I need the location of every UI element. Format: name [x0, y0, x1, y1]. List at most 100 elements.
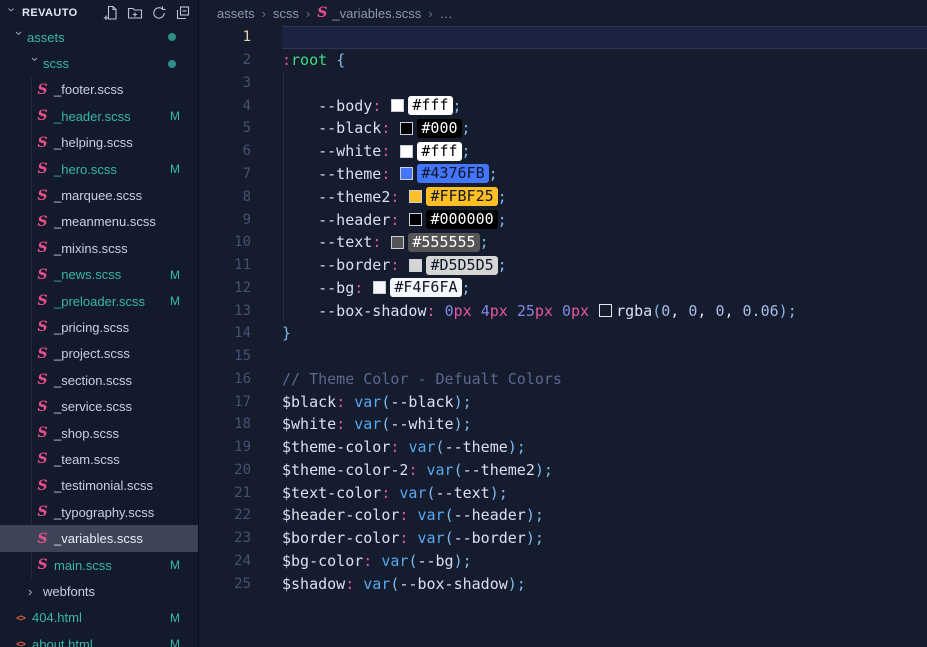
tree-file-_preloader.scss[interactable]: S_preloader.scssM — [0, 288, 198, 314]
color-swatch-icon[interactable] — [373, 281, 386, 294]
tree-file-_header.scss[interactable]: S_header.scssM — [0, 103, 198, 129]
color-swatch-icon[interactable] — [391, 99, 404, 112]
tree-file-_team.scss[interactable]: S_team.scss — [0, 446, 198, 472]
tree-file-_typography.scss[interactable]: S_typography.scss — [0, 499, 198, 525]
file-name: _section.scss — [54, 373, 132, 388]
new-folder-button[interactable] — [126, 4, 144, 22]
line-number[interactable]: 25 — [199, 576, 251, 592]
code-line-8[interactable]: 8 --theme2: #FFBF25; — [199, 185, 927, 208]
code-line-7[interactable]: 7 --theme: #4376FB; — [199, 163, 927, 186]
code-line-19[interactable]: 19$theme-color: var(--theme); — [199, 436, 927, 459]
line-number[interactable]: 18 — [199, 416, 251, 432]
code-line-13[interactable]: 13 --box-shadow: 0px 4px 25px 0px rgba(0… — [199, 299, 927, 322]
color-swatch-icon[interactable] — [409, 190, 422, 203]
code-area[interactable]: 1 2:root { 3 4 --body: #fff;5 --black: #000… — [199, 26, 927, 647]
code-line-24[interactable]: 24$bg-color: var(--bg); — [199, 550, 927, 573]
line-number[interactable]: 13 — [199, 303, 251, 319]
color-swatch-icon[interactable] — [391, 236, 404, 249]
tree-file-main.scss[interactable]: Smain.scssM — [0, 552, 198, 578]
tree-file-_variables.scss[interactable]: S_variables.scss — [0, 525, 198, 551]
code-line-15[interactable]: 15 — [199, 345, 927, 368]
tree-file-_meanmenu.scss[interactable]: S_meanmenu.scss — [0, 209, 198, 235]
code-line-22[interactable]: 22$header-color: var(--header); — [199, 504, 927, 527]
code-line-1[interactable]: 1 — [199, 26, 927, 49]
code-line-11[interactable]: 11 --border: #D5D5D5; — [199, 254, 927, 277]
breadcrumb-item-scss[interactable]: scss — [273, 6, 299, 21]
color-value-highlight: #000000 — [426, 210, 497, 229]
tree-file-_marquee.scss[interactable]: S_marquee.scss — [0, 182, 198, 208]
tree-file-about.html[interactable]: <>about.htmlM — [0, 631, 198, 647]
tree-file-_testimonial.scss[interactable]: S_testimonial.scss — [0, 473, 198, 499]
breadcrumb-item-file[interactable]: _variables.scss — [332, 6, 421, 21]
code-line-9[interactable]: 9 --header: #000000; — [199, 208, 927, 231]
code-line-3[interactable]: 3 — [199, 72, 927, 95]
tree-file-404.html[interactable]: <>404.htmlM — [0, 605, 198, 631]
tree-file-_project.scss[interactable]: S_project.scss — [0, 341, 198, 367]
section-chevron-icon: › — [5, 7, 20, 19]
line-number[interactable]: 14 — [199, 325, 251, 341]
line-number[interactable]: 9 — [199, 212, 251, 228]
tree-file-_mixins.scss[interactable]: S_mixins.scss — [0, 235, 198, 261]
tree-file-_shop.scss[interactable]: S_shop.scss — [0, 420, 198, 446]
tree-file-_news.scss[interactable]: S_news.scssM — [0, 262, 198, 288]
breadcrumb-item-assets[interactable]: assets — [217, 6, 255, 21]
editor-pane[interactable]: assets › scss › S _variables.scss › … 12… — [199, 0, 927, 647]
tree-folder-webfonts[interactable]: ›webfonts — [0, 578, 198, 604]
color-swatch-icon[interactable] — [400, 145, 413, 158]
line-number[interactable]: 19 — [199, 439, 251, 455]
color-swatch-icon[interactable] — [599, 304, 612, 317]
code-line-17[interactable]: 17$black: var(--black); — [199, 390, 927, 413]
line-number[interactable]: 16 — [199, 371, 251, 387]
tree-file-_pricing.scss[interactable]: S_pricing.scss — [0, 314, 198, 340]
code-line-21[interactable]: 21$text-color: var(--text); — [199, 481, 927, 504]
tree-file-_hero.scss[interactable]: S_hero.scssM — [0, 156, 198, 182]
tree-file-_footer.scss[interactable]: S_footer.scss — [0, 77, 198, 103]
code-line-16[interactable]: 16// Theme Color - Defualt Colors — [199, 367, 927, 390]
line-number[interactable]: 7 — [199, 166, 251, 182]
line-number[interactable]: 22 — [199, 507, 251, 523]
code-token: : — [381, 165, 390, 183]
color-swatch-icon[interactable] — [400, 122, 413, 135]
line-number[interactable]: 17 — [199, 394, 251, 410]
code-line-12[interactable]: 12 --bg: #F4F6FA; — [199, 276, 927, 299]
line-number[interactable]: 2 — [199, 52, 251, 68]
collapse-folders-button[interactable] — [174, 4, 192, 22]
tree-file-_helping.scss[interactable]: S_helping.scss — [0, 130, 198, 156]
line-number[interactable]: 11 — [199, 257, 251, 273]
code-line-25[interactable]: 25$shadow: var(--box-shadow); — [199, 572, 927, 595]
code-line-18[interactable]: 18$white: var(--white); — [199, 413, 927, 436]
code-line-10[interactable]: 10 --text: #555555; — [199, 231, 927, 254]
line-number[interactable]: 3 — [199, 75, 251, 91]
line-number[interactable]: 1 — [199, 29, 251, 45]
color-swatch-icon[interactable] — [400, 167, 413, 180]
line-number[interactable]: 24 — [199, 553, 251, 569]
line-number[interactable]: 20 — [199, 462, 251, 478]
color-value-highlight: #555555 — [408, 233, 479, 252]
code-line-5[interactable]: 5 --black: #000; — [199, 117, 927, 140]
line-number[interactable]: 10 — [199, 234, 251, 250]
line-number[interactable]: 15 — [199, 348, 251, 364]
code-line-6[interactable]: 6 --white: #fff; — [199, 140, 927, 163]
new-file-button[interactable] — [102, 4, 120, 22]
breadcrumb-item-symbol[interactable]: … — [440, 6, 453, 21]
line-number[interactable]: 5 — [199, 120, 251, 136]
tree-folder-assets[interactable]: ›assets — [0, 24, 198, 50]
color-swatch-icon[interactable] — [409, 213, 422, 226]
line-number[interactable]: 12 — [199, 280, 251, 296]
tree-folder-scss[interactable]: ›scss — [0, 50, 198, 76]
code-line-14[interactable]: 14} — [199, 322, 927, 345]
line-number[interactable]: 21 — [199, 485, 251, 501]
tree-file-_service.scss[interactable]: S_service.scss — [0, 393, 198, 419]
code-line-20[interactable]: 20$theme-color-2: var(--theme2); — [199, 459, 927, 482]
line-number[interactable]: 8 — [199, 189, 251, 205]
line-number[interactable]: 23 — [199, 530, 251, 546]
line-number[interactable]: 4 — [199, 98, 251, 114]
refresh-button[interactable] — [150, 4, 168, 22]
code-line-4[interactable]: 4 --body: #fff; — [199, 94, 927, 117]
explorer-section-header[interactable]: › REVAUTO — [0, 0, 198, 24]
tree-file-_section.scss[interactable]: S_section.scss — [0, 367, 198, 393]
code-line-2[interactable]: 2:root { — [199, 49, 927, 72]
code-line-23[interactable]: 23$border-color: var(--border); — [199, 527, 927, 550]
line-number[interactable]: 6 — [199, 143, 251, 159]
color-swatch-icon[interactable] — [409, 259, 422, 272]
